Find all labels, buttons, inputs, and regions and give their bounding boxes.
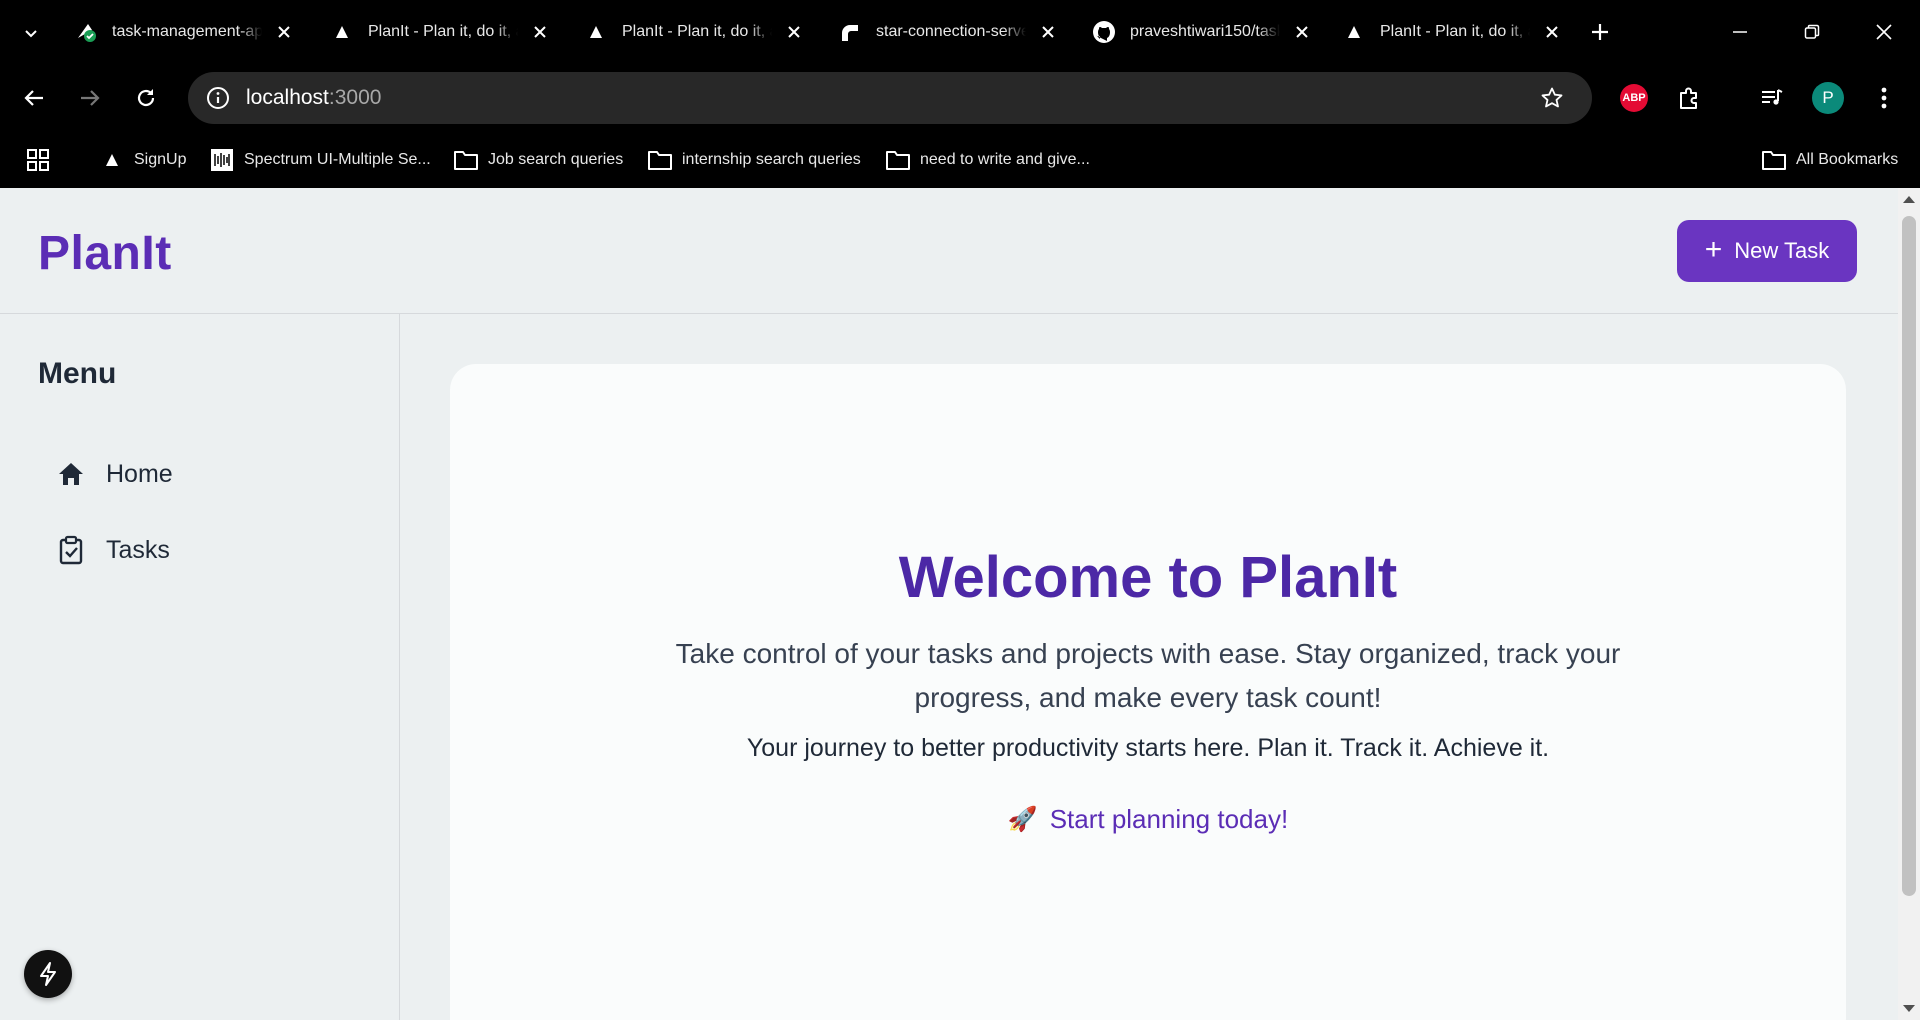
new-task-button[interactable]: + New Task	[1677, 220, 1857, 282]
triangle-icon	[584, 20, 608, 44]
site-info-icon[interactable]	[204, 84, 232, 112]
back-arrow-icon[interactable]	[14, 78, 54, 118]
url-host: localhost	[246, 86, 329, 109]
nextjs-dev-indicator[interactable]	[24, 950, 72, 998]
welcome-card: Welcome to PlanIt Take control of your t…	[450, 364, 1846, 1020]
brand-logo[interactable]: PlanIt	[38, 226, 172, 281]
plus-icon: +	[1704, 233, 1723, 266]
tab-planit-2[interactable]: PlanIt - Plan it, do it, achieve it	[572, 12, 818, 52]
sidebar: Menu Home Tasks	[0, 314, 400, 1020]
hero-subtext: Your journey to better productivity star…	[746, 734, 1550, 762]
tab-close-icon[interactable]	[1036, 20, 1060, 44]
scroll-up-icon[interactable]	[1903, 196, 1915, 203]
avatar: P	[1812, 82, 1844, 114]
tab-search-chevron-icon[interactable]	[18, 20, 44, 46]
new-tab-plus-icon[interactable]	[1586, 18, 1614, 46]
sidebar-item-label: Tasks	[106, 535, 170, 564]
close-window-icon[interactable]	[1864, 16, 1904, 48]
tab-star-connection[interactable]: star-connection-server	[826, 12, 1072, 52]
folder-icon	[884, 148, 912, 172]
kebab-menu-icon[interactable]	[1864, 78, 1904, 118]
bookmark-label: SignUp	[134, 151, 187, 168]
tab-planit-3[interactable]: PlanIt - Plan it, do it, achieve it	[1330, 12, 1576, 52]
extensions-puzzle-icon[interactable]	[1670, 78, 1710, 118]
apps-grid-icon[interactable]	[26, 146, 50, 174]
minimize-icon[interactable]	[1720, 16, 1760, 48]
sidebar-item-tasks[interactable]: Tasks	[56, 530, 170, 570]
folder-icon	[452, 148, 480, 172]
scroll-down-icon[interactable]	[1903, 1005, 1915, 1012]
rocket-icon: 🚀	[1007, 806, 1038, 833]
reload-icon[interactable]	[126, 78, 166, 118]
all-bookmarks-label: All Bookmarks	[1796, 151, 1899, 168]
tab-close-icon[interactable]	[272, 20, 296, 44]
tab-title: PlanIt - Plan it, do it, achieve it	[1380, 23, 1530, 40]
bookmark-label: Spectrum UI-Multiple Se...	[244, 151, 431, 168]
tab-close-icon[interactable]	[528, 20, 552, 44]
tab-github[interactable]: praveshtiwari150/task-management	[1080, 12, 1326, 52]
bookmark-label: need to write and give...	[920, 151, 1090, 168]
tab-title: praveshtiwari150/task-management	[1130, 23, 1280, 40]
github-icon	[1092, 20, 1116, 44]
start-planning-link[interactable]: 🚀 Start planning today!	[450, 804, 1846, 835]
folder-icon	[646, 148, 674, 172]
new-task-label: New Task	[1734, 238, 1830, 263]
tab-close-icon[interactable]	[1290, 20, 1314, 44]
hero-title: Welcome to PlanIt	[898, 545, 1398, 610]
page-viewport: PlanIt + New Task Menu Home Tasks Welcom…	[0, 188, 1898, 1020]
triangle-icon	[98, 148, 126, 172]
tab-title: star-connection-server	[876, 23, 1026, 40]
folder-icon	[1760, 148, 1788, 172]
sidebar-item-label: Home	[106, 459, 173, 488]
menu-title: Menu	[38, 357, 117, 390]
page-scrollbar[interactable]	[1898, 188, 1920, 1020]
app-header: PlanIt + New Task	[0, 188, 1898, 314]
start-planning-label: Start planning today!	[1049, 804, 1289, 834]
spectrum-icon	[208, 148, 236, 172]
tab-close-icon[interactable]	[782, 20, 806, 44]
url-port: :3000	[328, 86, 382, 109]
restore-icon[interactable]	[1792, 16, 1832, 48]
hero-description: Take control of your tasks and projects …	[675, 638, 1621, 713]
bookmark-label: internship search queries	[682, 151, 861, 168]
vercel-check-icon	[74, 20, 98, 44]
sidebar-item-home[interactable]: Home	[56, 454, 173, 494]
forward-arrow-icon[interactable]	[70, 78, 110, 118]
profile-avatar[interactable]: P	[1808, 78, 1848, 118]
clipboard-check-icon	[56, 535, 86, 565]
tab-title: PlanIt - Plan it, do it, achieve it	[368, 23, 518, 40]
bookmark-folder-internship[interactable]: internship search queries	[646, 146, 861, 174]
bookmark-signup[interactable]: SignUp	[98, 146, 186, 174]
url-text: localhost:3000	[246, 86, 381, 110]
triangle-icon	[1342, 20, 1366, 44]
browser-toolbar: localhost:3000 ABP P	[0, 64, 1920, 132]
bookmark-folder-need-to-write[interactable]: need to write and give...	[884, 146, 1090, 174]
tab-strip: task-management-app PlanIt - Plan it, do…	[0, 0, 1920, 64]
tab-title: task-management-app	[112, 23, 262, 40]
render-icon	[838, 20, 862, 44]
abp-badge: ABP	[1620, 84, 1648, 112]
media-control-icon[interactable]	[1752, 78, 1792, 118]
bookmarks-bar: SignUp Spectrum UI-Multiple Se... Job se…	[0, 132, 1920, 188]
bookmark-folder-job-search[interactable]: Job search queries	[452, 146, 623, 174]
scrollbar-thumb[interactable]	[1902, 216, 1916, 896]
tab-title: PlanIt - Plan it, do it, achieve it	[622, 23, 772, 40]
all-bookmarks[interactable]: All Bookmarks	[1760, 146, 1898, 174]
bookmark-spectrum[interactable]: Spectrum UI-Multiple Se...	[208, 146, 431, 174]
tab-close-icon[interactable]	[1540, 20, 1564, 44]
triangle-icon	[330, 20, 354, 44]
tab-task-management[interactable]: task-management-app	[62, 12, 308, 52]
lightning-icon	[40, 962, 56, 986]
bookmark-star-icon[interactable]	[1538, 84, 1566, 112]
home-icon	[56, 459, 86, 489]
bookmark-label: Job search queries	[488, 151, 624, 168]
tab-planit-1[interactable]: PlanIt - Plan it, do it, achieve it	[318, 12, 564, 52]
address-bar[interactable]: localhost:3000	[188, 72, 1592, 124]
adblock-plus-icon[interactable]: ABP	[1614, 78, 1654, 118]
